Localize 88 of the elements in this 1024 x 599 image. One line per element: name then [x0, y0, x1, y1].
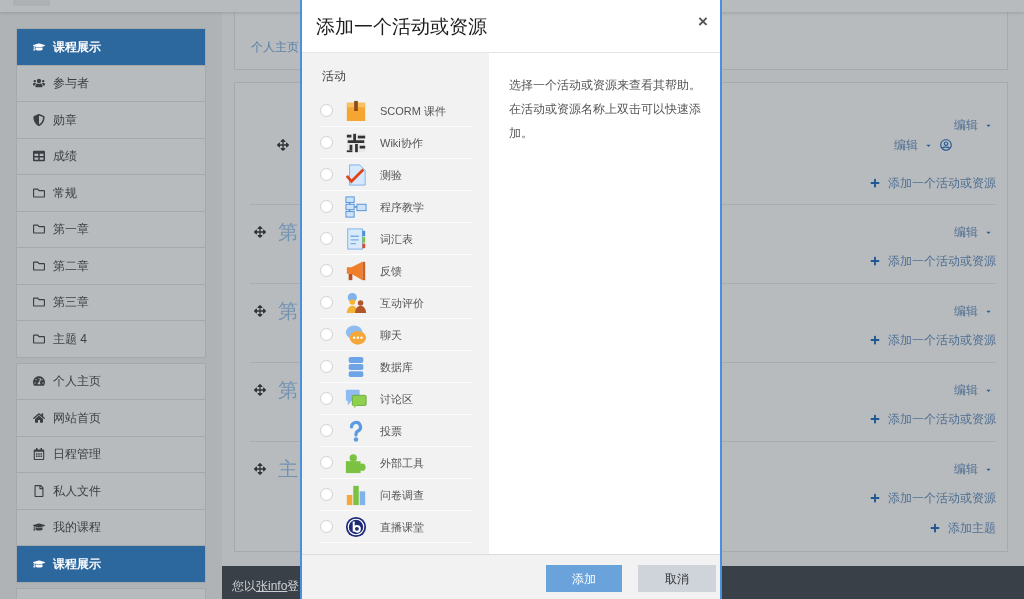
sidebar-item[interactable]: 第三章 — [17, 284, 205, 321]
dictionary-icon — [345, 227, 367, 250]
activity-name[interactable]: 问卷调查 — [380, 487, 424, 502]
modal-title: 添加一个活动或资源 — [316, 15, 487, 39]
radio-button[interactable] — [320, 168, 333, 181]
speech-bubbles-icon — [345, 387, 367, 410]
sidebar-item[interactable]: 成绩 — [17, 138, 205, 175]
activity-name[interactable]: 聊天 — [380, 327, 402, 342]
graduation-cap-icon — [33, 40, 45, 53]
radio-button[interactable] — [320, 360, 333, 373]
group-heading: 活动 — [322, 69, 347, 83]
radio-button[interactable] — [320, 200, 333, 213]
folder-icon — [33, 223, 45, 236]
shield-icon — [33, 113, 45, 126]
activity-name[interactable]: 反馈 — [380, 263, 402, 278]
folder-icon — [33, 332, 45, 345]
radio-button[interactable] — [320, 328, 333, 341]
puzzle-piece-icon — [345, 451, 367, 474]
activity-name[interactable]: Wiki协作 — [380, 135, 423, 150]
flowchart-icon — [345, 195, 367, 218]
graduation-cap-icon — [33, 521, 45, 534]
activity-name[interactable]: 数据库 — [380, 359, 413, 374]
question-mark-icon — [349, 419, 363, 442]
radio-button[interactable] — [320, 520, 333, 533]
plus-icon — [870, 335, 880, 345]
megaphone-icon — [345, 259, 367, 282]
gauge-icon — [33, 375, 45, 388]
move-icon[interactable] — [277, 139, 289, 151]
sidebar-item[interactable]: 我的课程 — [17, 509, 205, 546]
sidebar-item[interactable]: 常规 — [17, 175, 205, 212]
radio-button[interactable] — [320, 296, 333, 309]
calendar-icon — [33, 448, 45, 461]
close-button[interactable]: × — [698, 12, 708, 32]
activity-name[interactable]: SCORM 课件 — [380, 103, 446, 118]
sidebar-item[interactable]: 课程展示 — [17, 546, 205, 583]
circle-logo-icon — [345, 515, 367, 538]
radio-button[interactable] — [320, 136, 333, 149]
folder-icon — [33, 259, 45, 272]
table-icon — [33, 150, 45, 163]
radio-button[interactable] — [320, 424, 333, 437]
plus-icon — [870, 493, 880, 503]
radio-button[interactable] — [320, 264, 333, 277]
house-icon — [33, 411, 45, 424]
plus-icon — [930, 523, 940, 533]
sidebar-item[interactable]: 勋章 — [17, 102, 205, 139]
plus-icon — [870, 256, 880, 266]
help-text: 选择一个活动或资源来查看其帮助。在活动或资源名称上双击可以快速添加。 — [509, 77, 702, 142]
box-icon — [345, 99, 367, 122]
radio-button[interactable] — [320, 392, 333, 405]
radio-button[interactable] — [320, 456, 333, 469]
people-icon — [345, 291, 367, 314]
sidebar-item[interactable]: 第一章 — [17, 211, 205, 248]
folder-icon — [33, 186, 45, 199]
folder-icon — [33, 296, 45, 309]
move-icon[interactable] — [254, 463, 266, 475]
graduation-cap-icon — [33, 557, 45, 570]
plus-icon — [870, 414, 880, 424]
activity-name[interactable]: 程序教学 — [380, 199, 424, 214]
checked-document-icon — [345, 163, 367, 186]
radio-button[interactable] — [320, 488, 333, 501]
activity-name[interactable]: 互动评价 — [380, 295, 424, 310]
users-icon — [33, 77, 45, 90]
sidebar-item[interactable]: 日程管理 — [17, 436, 205, 473]
sidebar-item[interactable]: 网站首页 — [17, 400, 205, 437]
move-icon[interactable] — [254, 226, 266, 238]
chat-bubbles-icon — [345, 323, 367, 346]
sidebar-item[interactable]: 主题 4 — [17, 321, 205, 358]
sidebar-item[interactable]: 私人文件 — [17, 473, 205, 510]
radio-button[interactable] — [320, 232, 333, 245]
activity-name[interactable]: 外部工具 — [380, 455, 424, 470]
sidebar-item[interactable]: 参与者 — [17, 65, 205, 102]
cancel-button[interactable]: 取消 — [638, 565, 716, 592]
user-link[interactable]: 张info — [256, 579, 288, 593]
activity-name[interactable]: 讨论区 — [380, 391, 413, 406]
radio-button[interactable] — [320, 104, 333, 117]
bar-chart-icon — [345, 483, 367, 506]
sidebar-item[interactable]: 课程展示 — [17, 29, 205, 66]
activity-name[interactable]: 投票 — [380, 423, 402, 438]
move-icon[interactable] — [254, 384, 266, 396]
activity-name[interactable]: 词汇表 — [380, 231, 413, 246]
file-icon — [33, 484, 45, 497]
activity-name[interactable]: 测验 — [380, 167, 402, 182]
plus-icon — [870, 178, 880, 188]
pattern-icon — [345, 131, 367, 154]
sidebar-item[interactable]: 第二章 — [17, 248, 205, 285]
move-icon[interactable] — [254, 305, 266, 317]
activity-name[interactable]: 直播课堂 — [380, 519, 424, 534]
sidebar-item[interactable]: 个人主页 — [17, 363, 205, 400]
